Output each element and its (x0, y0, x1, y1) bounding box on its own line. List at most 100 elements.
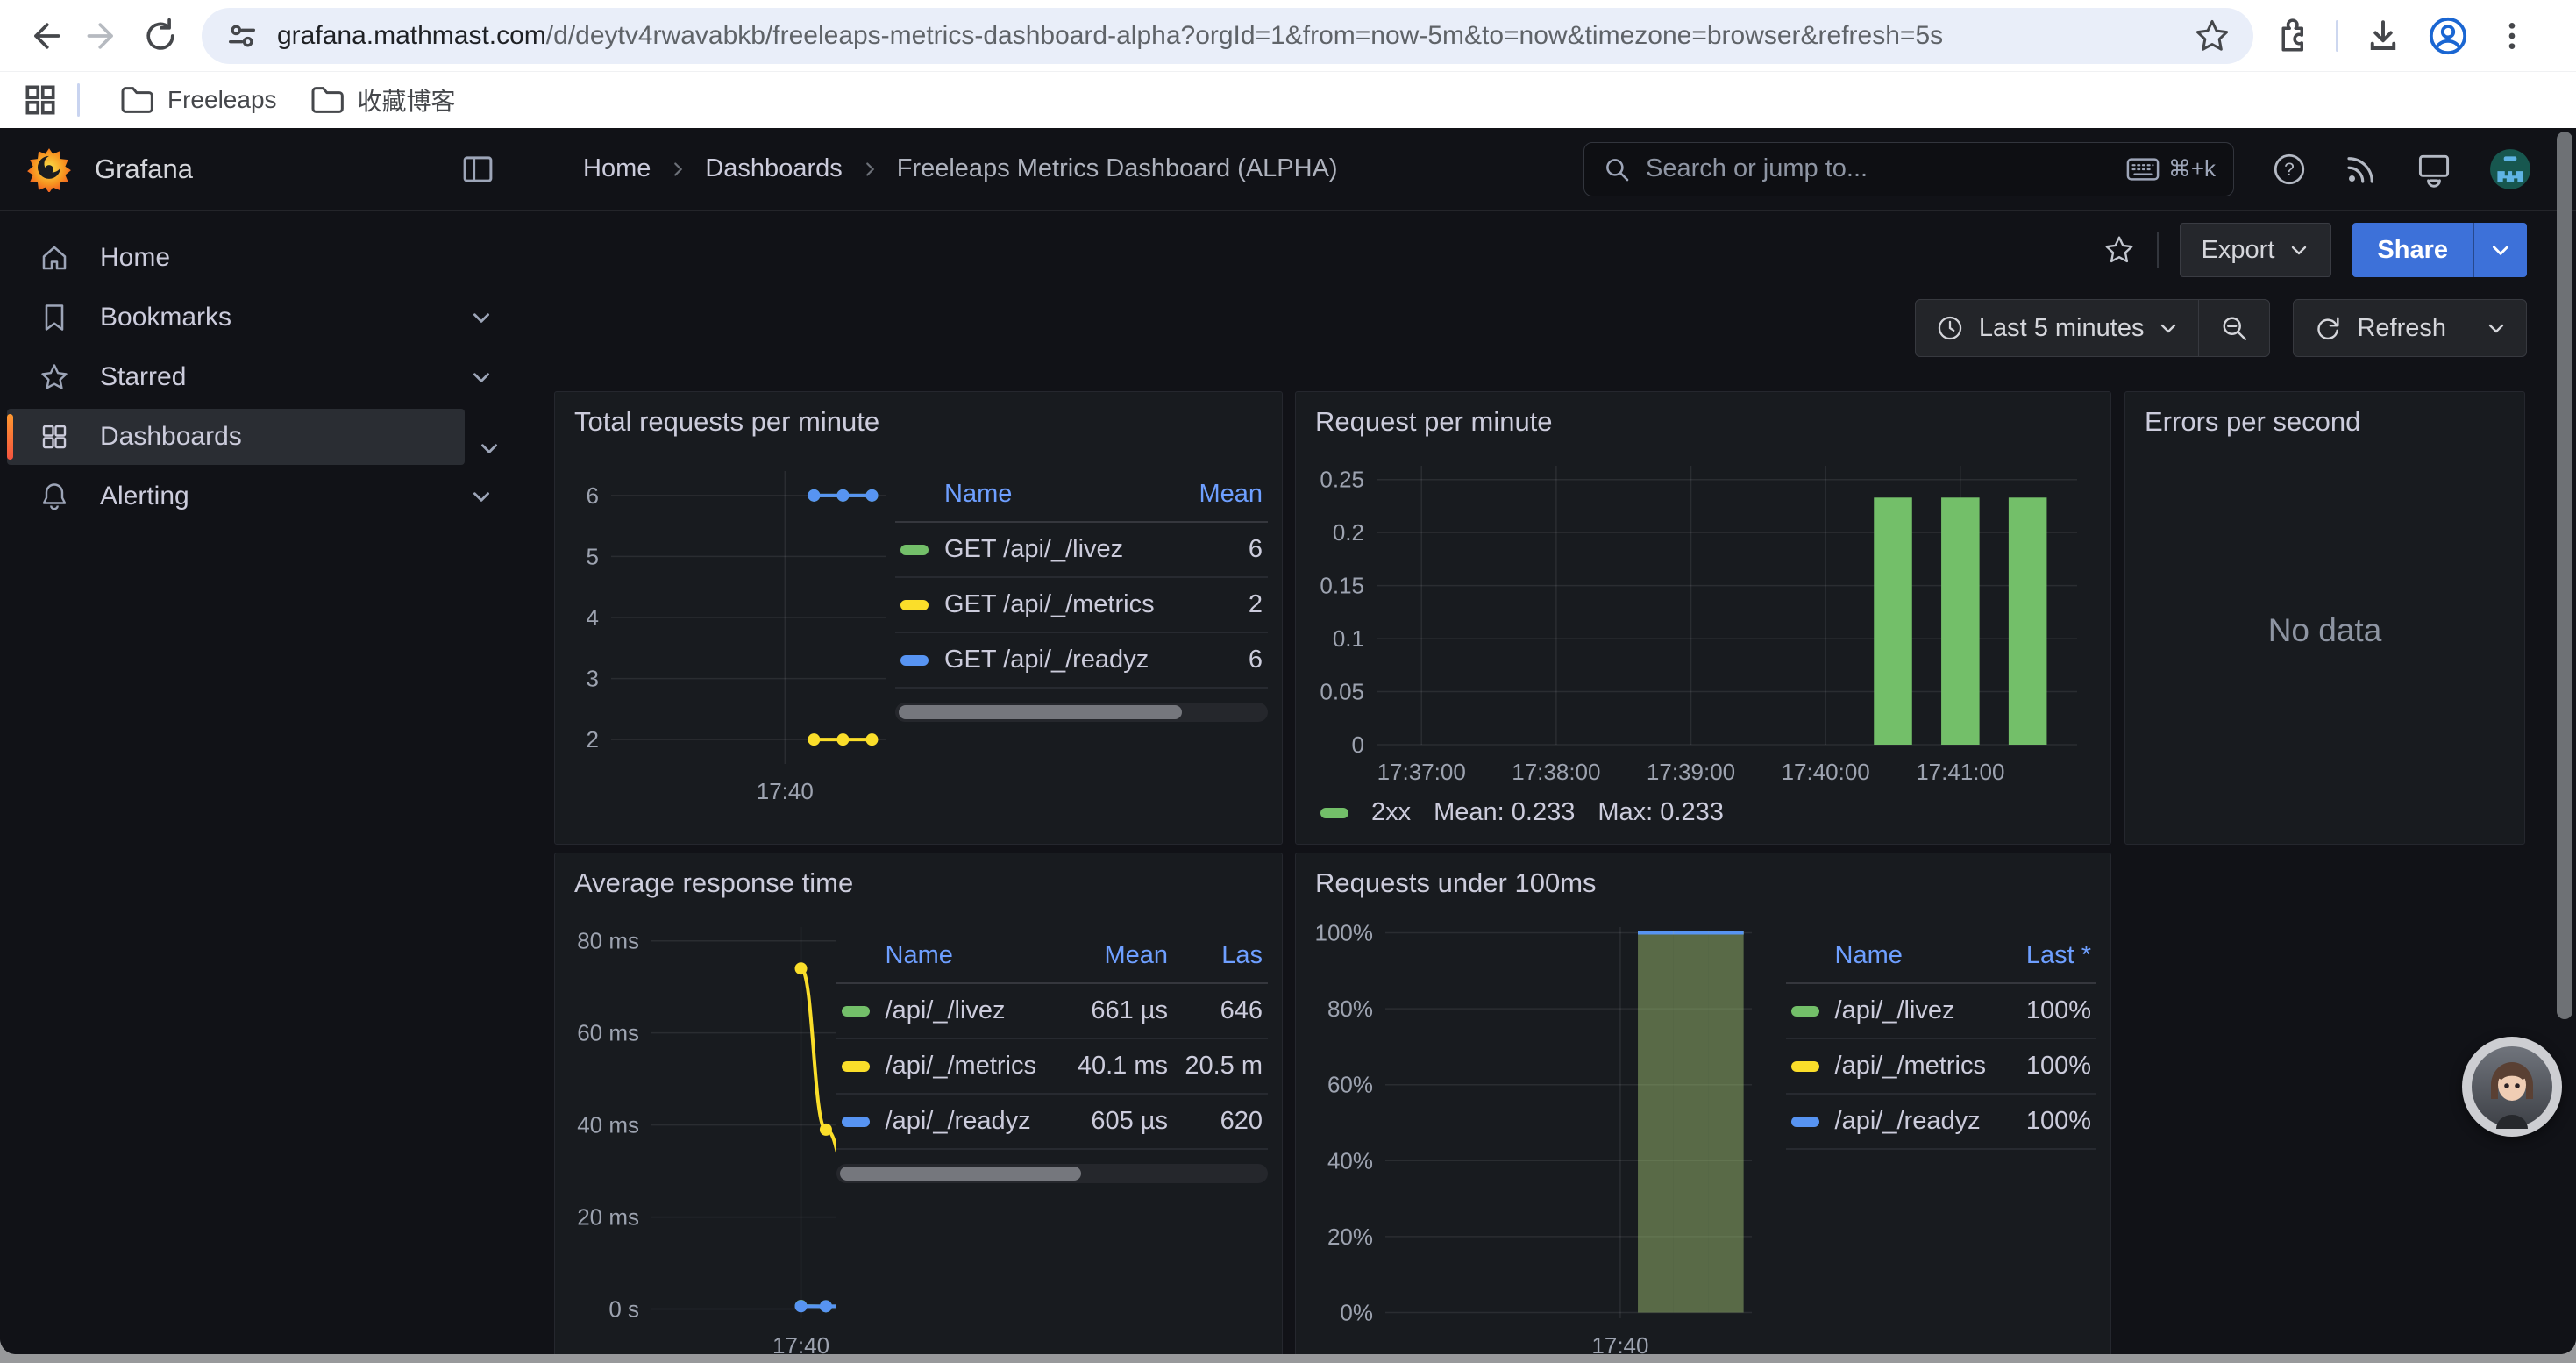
browser-chrome: grafana.mathmast.com/d/deytv4rwavabkb/fr… (0, 0, 2576, 128)
bookmark-folder-blogs[interactable]: 收藏博客 (293, 75, 472, 125)
profile-icon[interactable] (2428, 16, 2468, 56)
legend-scrollbar-thumb (840, 1167, 1082, 1181)
svg-text:17:40: 17:40 (772, 1332, 829, 1354)
brand-title[interactable]: Grafana (95, 153, 459, 185)
back-icon (36, 25, 59, 47)
menu-kebab-icon[interactable] (2494, 18, 2530, 54)
legend-row[interactable]: GET /api/_/readyz 6 (895, 633, 1268, 689)
legend-row[interactable]: /api/_/livez 100% (1786, 984, 2096, 1039)
star-icon (39, 361, 70, 393)
extensions-icon[interactable] (2273, 18, 2309, 54)
breadcrumb-dashboards[interactable]: Dashboards (705, 154, 842, 183)
search-icon (1602, 154, 1632, 184)
reload-button[interactable] (132, 7, 189, 65)
series-color-pill (1791, 1117, 1819, 1127)
search-input[interactable]: Search or jump to... ⌘+k (1583, 142, 2234, 196)
favorite-star-icon[interactable] (2103, 233, 2136, 267)
legend-row[interactable]: /api/_/metrics 100% (1786, 1039, 2096, 1095)
legend-max: Max: 0.233 (1598, 798, 1723, 827)
svg-text:17:40: 17:40 (757, 778, 814, 804)
legend-row[interactable]: GET /api/_/livez 6 (895, 523, 1268, 578)
folder-icon (309, 82, 344, 118)
svg-text:0%: 0% (1340, 1300, 1373, 1326)
sidebar-item-dashboards[interactable]: Dashboards (7, 409, 465, 465)
chevron-down-icon[interactable] (470, 485, 493, 508)
grafana-logo[interactable] (26, 146, 72, 192)
refresh-interval-button[interactable] (2466, 300, 2526, 356)
no-data-message: No data (2125, 446, 2524, 815)
legend-row[interactable]: GET /api/_/metrics 2 (895, 578, 1268, 633)
keyboard-icon (2126, 156, 2160, 182)
address-bar[interactable]: grafana.mathmast.com/d/deytv4rwavabkb/fr… (202, 8, 2253, 64)
sidebar-item-starred[interactable]: Starred (7, 349, 516, 405)
chevron-down-icon[interactable] (470, 366, 493, 389)
page-scrollbar-thumb[interactable] (2557, 132, 2572, 1019)
back-button[interactable] (16, 7, 74, 65)
actions-divider (2157, 232, 2159, 268)
legend-scrollbar[interactable] (836, 1164, 1268, 1183)
series-color-pill (1320, 808, 1348, 818)
user-avatar[interactable] (2488, 147, 2532, 191)
download-icon[interactable] (2365, 18, 2402, 54)
apps-grid-icon[interactable] (21, 81, 60, 119)
browser-window: grafana.mathmast.com/d/deytv4rwavabkb/fr… (0, 0, 2576, 1354)
forward-button[interactable] (74, 7, 132, 65)
legend-scrollbar[interactable] (895, 703, 1268, 722)
panel-errors-per-second: Errors per second No data (2124, 391, 2525, 845)
dashboard-actions-row: Export Share (523, 211, 2576, 289)
page-scrollbar[interactable] (2555, 132, 2574, 1351)
bookmark-folder-freeleaps[interactable]: Freeleaps (103, 75, 293, 125)
share-button[interactable]: Share (2352, 223, 2473, 277)
svg-text:17:40: 17:40 (1591, 1332, 1648, 1354)
zoom-out-button[interactable] (2198, 300, 2269, 356)
home-icon (39, 242, 70, 274)
legend-row[interactable]: /api/_/readyz 605 µs 620 (836, 1095, 1268, 1150)
chevron-down-icon[interactable] (478, 437, 501, 460)
chevron-down-icon[interactable] (470, 306, 493, 329)
svg-text:0 s: 0 s (608, 1296, 639, 1323)
search-shortcut: ⌘+k (2126, 155, 2216, 182)
legend-row[interactable]: /api/_/livez 661 µs 646 (836, 984, 1268, 1039)
help-icon[interactable]: ? (2271, 151, 2308, 188)
panel-title[interactable]: Request per minute (1296, 392, 2110, 446)
bookmark-star-icon[interactable] (2194, 18, 2231, 54)
svg-text:17:41:00: 17:41:00 (1916, 759, 2004, 785)
panel-title[interactable]: Average response time (555, 853, 1282, 908)
legend-table: Name Mean GET /api/_/livez 6 GET /api/_/… (895, 473, 1268, 808)
svg-text:0.15: 0.15 (1320, 573, 1364, 599)
assistant-avatar[interactable] (2462, 1037, 2562, 1137)
time-controls-row: Last 5 minutes Refresh (523, 289, 2576, 367)
series-color-pill (900, 600, 929, 610)
refresh-icon (2313, 313, 2343, 343)
bell-icon (39, 481, 70, 512)
panel-title[interactable]: Errors per second (2125, 392, 2524, 446)
breadcrumb-separator-icon (668, 160, 687, 179)
url-text[interactable]: grafana.mathmast.com/d/deytv4rwavabkb/fr… (277, 21, 2194, 51)
legend-row[interactable]: /api/_/metrics 40.1 ms 20.5 m (836, 1039, 1268, 1095)
panel-title[interactable]: Requests under 100ms (1296, 853, 2110, 908)
sidebar-item-bookmarks[interactable]: Bookmarks (7, 289, 516, 346)
breadcrumb-home[interactable]: Home (583, 154, 651, 183)
time-range-picker[interactable]: Last 5 minutes (1916, 300, 2199, 356)
folder-icon (118, 82, 153, 118)
chart-legend[interactable]: 2xx Mean: 0.233 Max: 0.233 (1296, 793, 2110, 827)
svg-text:17:40:00: 17:40:00 (1782, 759, 1870, 785)
sidebar-item-alerting[interactable]: Alerting (7, 468, 516, 525)
browser-toolbar: grafana.mathmast.com/d/deytv4rwavabkb/fr… (0, 0, 2576, 72)
request-per-minute-chart: 0.250.20.150.10.05017:37:0017:38:0017:39… (1308, 446, 2096, 789)
refresh-button[interactable]: Refresh (2294, 300, 2466, 356)
share-menu-button[interactable] (2473, 223, 2527, 277)
refresh-group: Refresh (2293, 299, 2527, 357)
sidebar-item-home[interactable]: Home (7, 230, 516, 286)
panel-title[interactable]: Total requests per minute (555, 392, 1282, 446)
dock-menu-icon[interactable] (459, 151, 496, 188)
news-rss-icon[interactable] (2343, 151, 2380, 188)
legend-row[interactable]: /api/_/readyz 100% (1786, 1095, 2096, 1150)
site-info-icon[interactable] (224, 18, 260, 54)
chrome-actions (2273, 16, 2530, 56)
export-button[interactable]: Export (2180, 223, 2332, 277)
monitor-icon[interactable] (2415, 150, 2453, 189)
sidebar-nav: Home Bookmarks Starred Dashboards (0, 211, 523, 525)
share-split-button: Share (2352, 223, 2527, 277)
breadcrumb-separator-icon (860, 160, 879, 179)
